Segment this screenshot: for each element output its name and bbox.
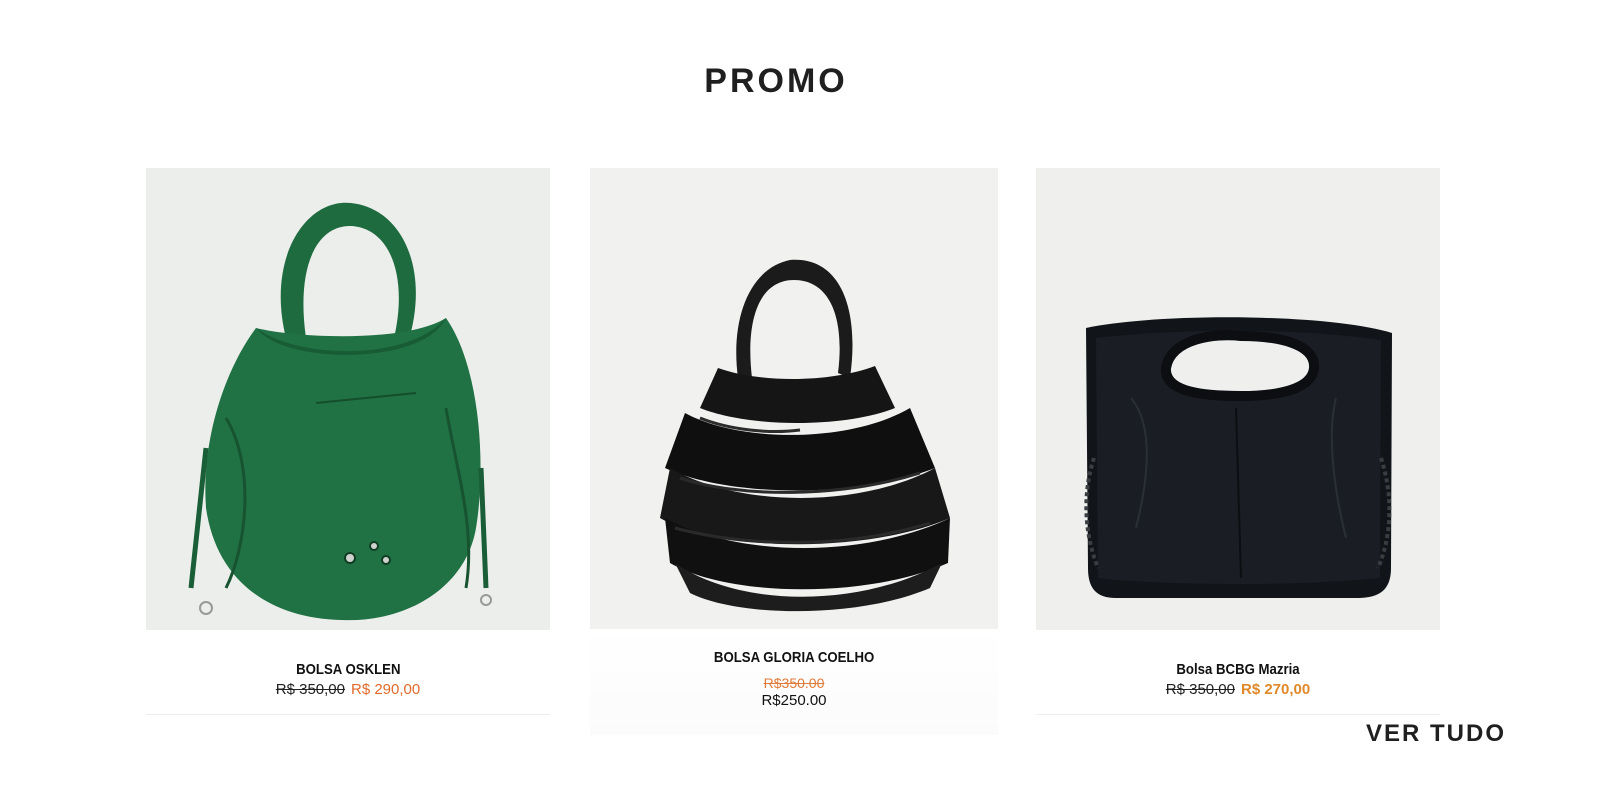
card-divider — [1036, 714, 1440, 715]
product-old-price: R$ 350,00 — [275, 681, 345, 698]
product-old-price: R$ 350,00 — [1165, 681, 1235, 698]
product-name[interactable]: Bolsa BCBG Mazria — [1176, 661, 1299, 678]
product-old-price: R$350.00 — [763, 675, 825, 691]
section-title: PROMO — [704, 62, 848, 100]
card-divider — [146, 714, 550, 715]
product-sale-price: R$250.00 — [761, 692, 827, 709]
product-card-gloria-coelho[interactable]: BOLSA GLORIA COELHO R$350.00 R$250.00 — [590, 168, 998, 738]
view-all-link[interactable]: VER TUDO — [1366, 720, 1506, 748]
product-image-black-ruffle-bag[interactable] — [590, 168, 998, 629]
product-card-bcbg[interactable]: Bolsa BCBG Mazria R$ 350,00 R$ 270,00 — [1036, 168, 1440, 716]
product-card-osklen[interactable]: BOLSA OSKLEN R$ 350,00 R$ 290,00 — [146, 168, 550, 716]
product-image-black-leather-clutch[interactable] — [1036, 168, 1440, 630]
product-name[interactable]: BOLSA OSKLEN — [296, 661, 400, 678]
black-ruffle-bag-illustration — [590, 168, 998, 629]
product-image-green-bag[interactable] — [146, 168, 550, 630]
product-name[interactable]: BOLSA GLORIA COELHO — [714, 649, 874, 666]
black-leather-clutch-illustration — [1036, 168, 1440, 630]
product-sale-price: R$ 270,00 — [1241, 681, 1311, 698]
product-sale-price: R$ 290,00 — [351, 681, 421, 698]
green-tote-bag-illustration — [146, 168, 550, 630]
